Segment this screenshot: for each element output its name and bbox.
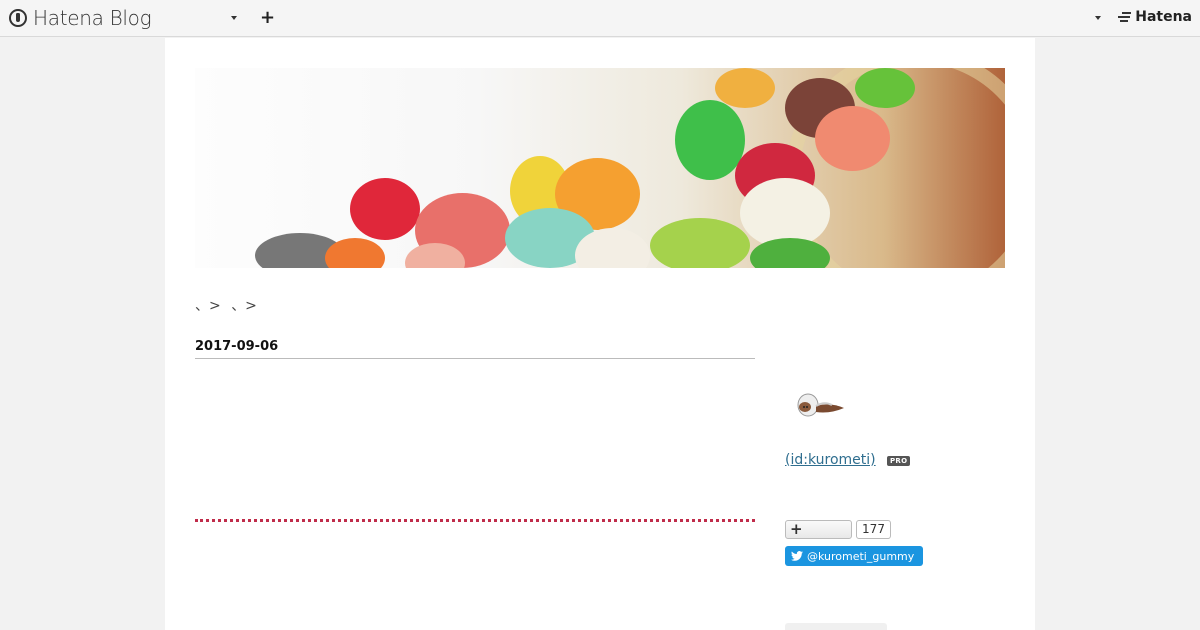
- twitter-follow-button[interactable]: @kurometi_gummy: [785, 546, 923, 566]
- plus-icon[interactable]: +: [260, 8, 275, 28]
- twitter-bird-icon: [791, 551, 803, 561]
- hatena-blog-logo-icon: [9, 9, 27, 27]
- follow-button[interactable]: +: [785, 520, 852, 539]
- global-header: Hatena Blog + Hatena: [0, 0, 1200, 37]
- hatena-brand-text: Hatena: [1135, 9, 1192, 25]
- hatena-blog-logo[interactable]: Hatena Blog: [9, 6, 152, 30]
- breadcrumb: 、> 、>: [195, 295, 263, 315]
- follower-count: 177: [856, 520, 891, 539]
- pro-badge: PRO: [887, 456, 911, 466]
- breadcrumb-item[interactable]: 、>: [231, 298, 257, 314]
- entry-date[interactable]: 2017-09-06: [195, 339, 755, 359]
- twitter-handle: @kurometi_gummy: [807, 549, 915, 563]
- chevron-down-icon[interactable]: [231, 16, 237, 20]
- logo-text: Hatena Blog: [33, 6, 152, 30]
- blog-header-image[interactable]: [195, 68, 1005, 268]
- avatar[interactable]: [790, 388, 850, 422]
- sidebar-module-edge: [785, 623, 887, 630]
- profile-link[interactable]: (id:kurometi): [785, 452, 876, 468]
- hatena-brand-link[interactable]: Hatena: [1118, 9, 1192, 25]
- hatena-logo-icon: [1118, 11, 1132, 23]
- plus-icon: +: [790, 520, 803, 538]
- blog-page: 、> 、> 2017-09-06 (id:kurometi) PRO + 177…: [165, 38, 1035, 630]
- entry-divider: [195, 519, 755, 522]
- breadcrumb-item[interactable]: 、>: [195, 298, 221, 314]
- chevron-down-icon[interactable]: [1095, 16, 1101, 20]
